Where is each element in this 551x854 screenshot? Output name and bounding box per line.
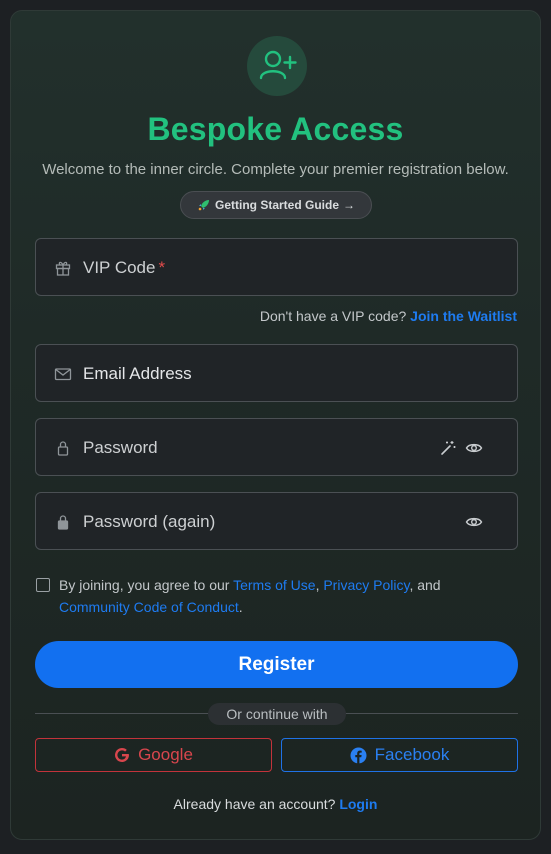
rocket-icon xyxy=(197,198,211,212)
email-field[interactable]: Email Address xyxy=(35,344,518,402)
lock-icon xyxy=(54,439,72,457)
vip-code-label: VIP Code xyxy=(83,258,156,277)
password-field[interactable]: Password xyxy=(35,418,518,476)
guide-label: Getting Started Guide xyxy=(214,198,339,212)
terms-of-use-link[interactable]: Terms of Use xyxy=(233,577,315,593)
login-link[interactable]: Login xyxy=(339,796,377,812)
vip-hint: Don't have a VIP code? Join the Waitlist xyxy=(260,308,517,324)
google-icon xyxy=(114,747,130,763)
divider-label: Or continue with xyxy=(208,703,346,725)
getting-started-guide-button[interactable]: Getting Started Guide → xyxy=(180,191,372,219)
register-button[interactable]: Register xyxy=(35,641,518,688)
page-title: Bespoke Access xyxy=(147,111,404,147)
terms-prefix: By joining, you agree to our xyxy=(59,577,230,593)
facebook-icon xyxy=(350,747,367,764)
login-prompt-text: Already have an account? xyxy=(173,796,336,812)
community-code-link[interactable]: Community Code of Conduct xyxy=(59,599,239,615)
facebook-button[interactable]: Facebook xyxy=(281,738,518,772)
eye-icon[interactable] xyxy=(464,438,484,458)
password-again-label: Password (again) xyxy=(83,512,216,531)
vip-hint-text: Don't have a VIP code? xyxy=(259,308,407,324)
page-subtitle: Welcome to the inner circle. Complete yo… xyxy=(42,161,509,178)
user-plus-icon xyxy=(247,36,307,96)
vip-code-field[interactable]: VIP Code * xyxy=(35,238,518,296)
lock-icon xyxy=(54,513,72,531)
registration-card: Bespoke Access Welcome to the inner circ… xyxy=(10,10,541,840)
eye-icon[interactable] xyxy=(464,512,484,532)
terms-and: , and xyxy=(409,577,441,593)
google-button[interactable]: Google xyxy=(35,738,272,772)
gift-icon xyxy=(54,259,72,277)
terms-comma: , xyxy=(315,577,320,593)
password-label: Password xyxy=(83,438,158,457)
terms-checkbox[interactable] xyxy=(36,578,50,592)
join-waitlist-link[interactable]: Join the Waitlist xyxy=(410,308,517,324)
password-again-field[interactable]: Password (again) xyxy=(35,492,518,550)
terms-period: . xyxy=(238,599,243,615)
google-label: Google xyxy=(138,745,193,764)
login-prompt: Already have an account? Login xyxy=(11,796,540,812)
required-mark: * xyxy=(158,258,166,277)
magic-wand-icon[interactable] xyxy=(438,438,458,458)
arrow-right-icon: → xyxy=(343,198,355,212)
terms-text: By joining, you agree to our Terms of Us… xyxy=(59,574,479,618)
facebook-label: Facebook xyxy=(374,745,450,764)
mail-icon xyxy=(54,365,72,383)
privacy-policy-link[interactable]: Privacy Policy xyxy=(323,577,409,593)
email-label: Email Address xyxy=(83,364,192,383)
